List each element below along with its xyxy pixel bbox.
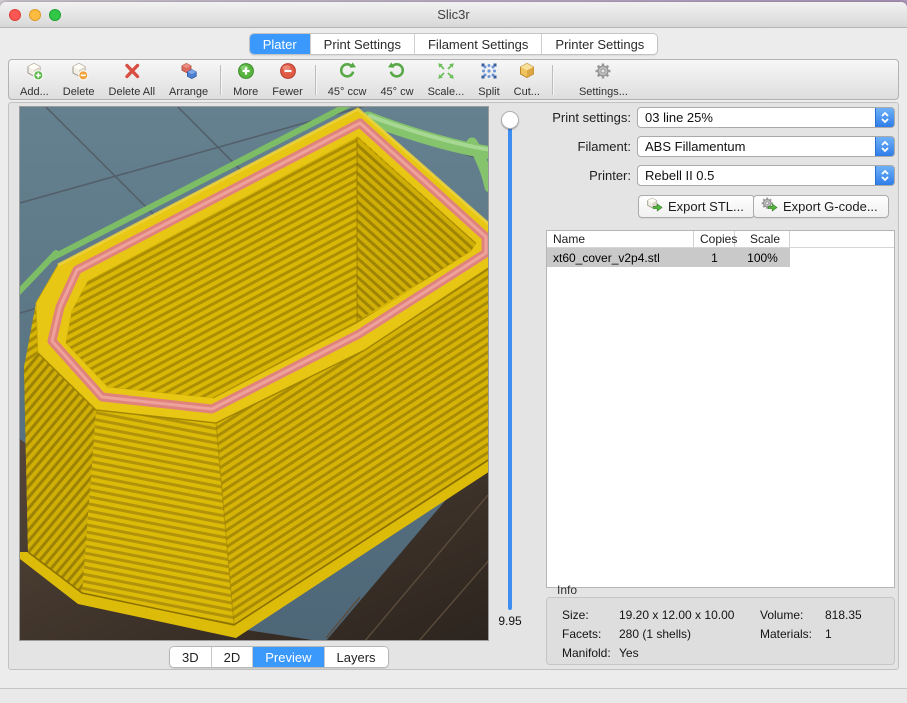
- main-tab-bar: Plater Print Settings Filament Settings …: [0, 33, 907, 55]
- info-group-title: Info: [557, 583, 577, 597]
- filament-label: Filament:: [539, 139, 631, 154]
- tab-filament-settings[interactable]: Filament Settings: [415, 34, 542, 55]
- column-header-copies[interactable]: Copies: [694, 231, 735, 247]
- red-x-icon: [122, 61, 142, 86]
- printer-label: Printer:: [539, 168, 631, 183]
- plater-panel: 9.95 3D 2D Preview Layers Print settings…: [8, 102, 899, 670]
- column-header-scale[interactable]: Scale: [735, 231, 790, 247]
- layer-slider-value: 9.95: [489, 614, 531, 628]
- gear-icon: [593, 61, 613, 86]
- scale-button[interactable]: Scale...: [421, 60, 472, 99]
- box-plus-icon: [24, 61, 44, 86]
- object-name-cell: xt60_cover_v2p4.stl: [547, 248, 694, 267]
- column-header-name[interactable]: Name: [547, 231, 694, 247]
- rotate-cw-button[interactable]: 45° cw: [373, 60, 420, 99]
- facets-value: 280 (1 shells): [619, 627, 691, 641]
- toolbar-separator: [315, 65, 316, 95]
- cubes-icon: [179, 61, 199, 86]
- export-gcode-icon: [760, 196, 783, 217]
- cut-button[interactable]: Cut...: [507, 60, 547, 99]
- table-row[interactable]: xt60_cover_v2p4.stl 1 100%: [547, 248, 790, 267]
- volume-value: 818.35: [825, 608, 862, 622]
- export-stl-button[interactable]: Export STL...: [638, 195, 755, 218]
- gold-box-icon: [517, 61, 537, 86]
- manifold-value: Yes: [619, 646, 639, 660]
- toolbar-separator: [552, 65, 553, 95]
- tab-plater[interactable]: Plater: [250, 34, 311, 55]
- view-tab-2d[interactable]: 2D: [212, 647, 254, 667]
- delete-all-button[interactable]: Delete All: [102, 60, 162, 99]
- tab-printer-settings[interactable]: Printer Settings: [542, 34, 657, 55]
- facets-label: Facets:: [562, 627, 601, 641]
- toolbar-separator: [220, 65, 221, 95]
- table-header-row: Name Copies Scale: [547, 231, 894, 248]
- split-dots-icon: [479, 61, 499, 86]
- info-group-box: Size: 19.20 x 12.00 x 10.00 Volume: 818.…: [546, 597, 895, 665]
- view-tab-preview[interactable]: Preview: [253, 647, 324, 667]
- fewer-button[interactable]: Fewer: [265, 60, 310, 99]
- title-bar: Slic3r: [0, 2, 907, 28]
- export-stl-icon: [645, 196, 668, 217]
- preview-3d-canvas[interactable]: [19, 106, 489, 641]
- window-title: Slic3r: [0, 7, 907, 22]
- view-tab-layers[interactable]: Layers: [325, 647, 388, 667]
- tab-print-settings[interactable]: Print Settings: [311, 34, 415, 55]
- printer-select[interactable]: Rebell II 0.5: [637, 165, 895, 186]
- settings-button[interactable]: Settings...: [572, 60, 635, 99]
- export-gcode-button[interactable]: Export G-code...: [753, 195, 889, 218]
- layer-slider-knob[interactable]: [501, 111, 519, 129]
- filament-select[interactable]: ABS Fillamentum: [637, 136, 895, 157]
- layer-slider-track[interactable]: [508, 123, 512, 610]
- manifold-label: Manifold:: [562, 646, 611, 660]
- print-settings-label: Print settings:: [539, 110, 631, 125]
- scale-arrows-icon: [436, 61, 456, 86]
- box-minus-icon: [69, 61, 89, 86]
- delete-button[interactable]: Delete: [56, 60, 102, 99]
- stepper-arrows-icon[interactable]: [875, 107, 895, 128]
- size-label: Size:: [562, 608, 589, 622]
- rotate-ccw-icon: [337, 61, 357, 86]
- add-button[interactable]: Add...: [13, 60, 56, 99]
- materials-value: 1: [825, 627, 832, 641]
- view-mode-tabs: 3D 2D Preview Layers: [169, 646, 389, 668]
- toolbar: Add... Delete Delete All: [8, 59, 899, 100]
- arrange-button[interactable]: Arrange: [162, 60, 215, 99]
- view-tab-3d[interactable]: 3D: [170, 647, 212, 667]
- stepper-arrows-icon[interactable]: [875, 136, 895, 157]
- column-header-empty: [790, 231, 894, 247]
- object-copies-cell: 1: [694, 248, 735, 267]
- volume-label: Volume:: [760, 608, 803, 622]
- materials-label: Materials:: [760, 627, 812, 641]
- stepper-arrows-icon[interactable]: [875, 165, 895, 186]
- red-minus-circle-icon: [278, 61, 298, 86]
- size-value: 19.20 x 12.00 x 10.00: [619, 608, 734, 622]
- object-list-table: Name Copies Scale xt60_cover_v2p4.stl 1 …: [546, 230, 895, 588]
- rotate-ccw-button[interactable]: 45° ccw: [321, 60, 374, 99]
- more-button[interactable]: More: [226, 60, 265, 99]
- object-scale-cell: 100%: [735, 248, 790, 267]
- print-settings-select[interactable]: 03 line 25%: [637, 107, 895, 128]
- green-plus-circle-icon: [236, 61, 256, 86]
- app-window: Slic3r Plater Print Settings Filament Se…: [0, 2, 907, 701]
- split-button[interactable]: Split: [471, 60, 506, 99]
- rotate-cw-icon: [387, 61, 407, 86]
